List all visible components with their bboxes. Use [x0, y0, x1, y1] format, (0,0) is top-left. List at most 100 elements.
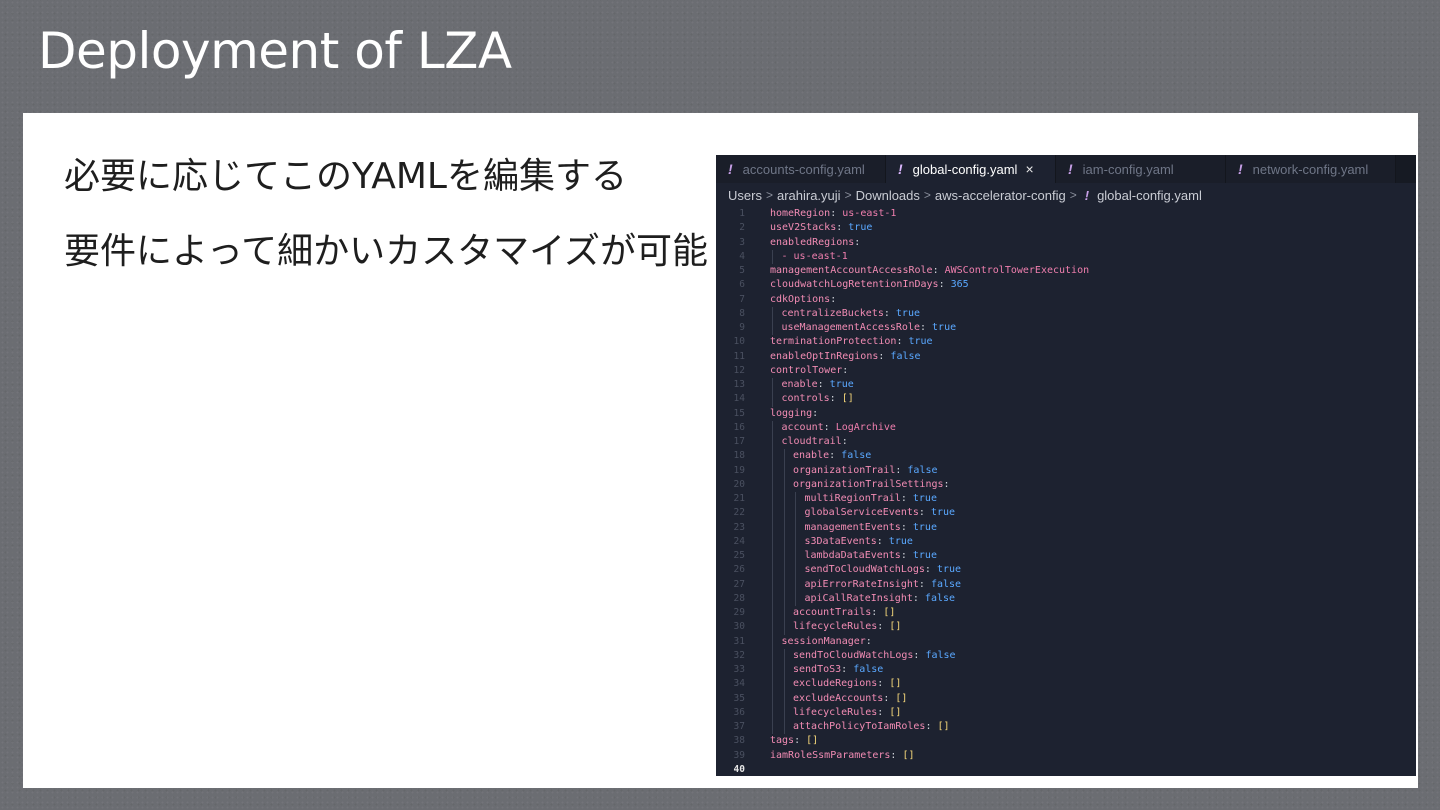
code-line[interactable]: 33 sendToS3: false — [716, 663, 1416, 678]
code-line[interactable]: 4 - us-east-1 — [716, 249, 1416, 264]
code-line[interactable]: 20 organizationTrailSettings: — [716, 477, 1416, 492]
yaml-value: false — [901, 464, 938, 476]
tab-iam-config[interactable]: ! iam-config.yaml — [1056, 155, 1226, 183]
yaml-key: organizationTrailSettings — [793, 478, 944, 490]
yaml-warning-icon: ! — [898, 161, 903, 177]
yaml-key: account — [781, 421, 824, 433]
indent-guide — [795, 549, 796, 564]
yaml-value: [] — [877, 607, 896, 618]
code-line[interactable]: 38 tags: [] — [716, 734, 1416, 748]
tab-global-config[interactable]: ! global-config.yaml × — [886, 155, 1056, 183]
slide-title: Deployment of LZA — [38, 22, 512, 80]
breadcrumb-item[interactable]: aws-accelerator-config — [935, 188, 1066, 203]
code-line[interactable]: 13 enable: true — [716, 378, 1416, 393]
line-number: 27 — [733, 578, 745, 590]
code-line[interactable]: 12 controlTower: — [716, 364, 1416, 378]
code-line[interactable]: 29 accountTrails: [] — [716, 606, 1416, 621]
chevron-right-icon: > — [923, 188, 931, 202]
code-line[interactable]: 16 account: LogArchive — [716, 420, 1416, 435]
code-text: useV2Stacks: true — [745, 221, 872, 235]
code-line[interactable]: 10 terminationProtection: true — [716, 335, 1416, 349]
line-number: 38 — [733, 735, 745, 747]
yaml-key: sessionManager — [781, 635, 866, 647]
code-line[interactable]: 39 iamRoleSsmParameters: [] — [716, 749, 1416, 763]
code-line[interactable]: 17 cloudtrail: — [716, 435, 1416, 450]
code-line[interactable]: 15 logging: — [716, 407, 1416, 421]
yaml-value: true — [924, 507, 956, 519]
code-line[interactable]: 34 excludeRegions: [] — [716, 677, 1416, 692]
code-text: terminationProtection: true — [745, 335, 933, 349]
line-number: 11 — [733, 350, 745, 362]
indent-guide — [772, 392, 773, 407]
code-area[interactable]: 1 homeRegion: us-east-1 2 useV2Stacks: true… — [716, 207, 1416, 776]
code-line[interactable]: 14 controls: [] — [716, 392, 1416, 407]
code-line[interactable]: 21 multiRegionTrail: true — [716, 492, 1416, 507]
code-line[interactable]: 27 apiErrorRateInsight: false — [716, 577, 1416, 592]
code-line[interactable]: 7 cdkOptions: — [716, 293, 1416, 307]
code-line[interactable]: 5 managementAccountAccessRole: AWSControl… — [716, 264, 1416, 278]
code-text: centralizeBuckets: true — [745, 306, 920, 321]
line-number: 30 — [733, 621, 745, 633]
yaml-key: sendToCloudWatchLogs — [804, 564, 925, 576]
tab-network-config[interactable]: ! network-config.yaml — [1226, 155, 1396, 183]
yaml-value: true — [842, 222, 873, 234]
code-line[interactable]: 11 enableOptInRegions: false — [716, 350, 1416, 364]
yaml-value: [] — [800, 735, 819, 747]
yaml-warning-icon: ! — [1238, 161, 1243, 177]
yaml-value: us-east-1 — [836, 208, 897, 219]
tab-accounts-config[interactable]: ! accounts-config.yaml — [716, 155, 886, 183]
code-line[interactable]: 25 lambdaDataEvents: true — [716, 549, 1416, 564]
code-line[interactable]: 36 lifecycleRules: [] — [716, 705, 1416, 720]
yaml-warning-icon: ! — [728, 161, 733, 177]
breadcrumb-item[interactable]: global-config.yaml — [1097, 188, 1202, 203]
code-line[interactable]: 28 apiCallRateInsight: false — [716, 591, 1416, 606]
close-icon[interactable]: × — [1025, 161, 1033, 177]
breadcrumb-item[interactable]: arahira.yuji — [777, 188, 841, 203]
line-number: 22 — [733, 507, 745, 519]
code-line[interactable]: 30 lifecycleRules: [] — [716, 620, 1416, 635]
code-line[interactable]: 23 managementEvents: true — [716, 520, 1416, 535]
code-line[interactable]: 3 enabledRegions: — [716, 236, 1416, 250]
code-line[interactable]: 18 enable: false — [716, 449, 1416, 464]
indent-guide — [783, 606, 785, 621]
yaml-colon: : — [841, 436, 848, 447]
yaml-key: multiRegionTrail — [804, 493, 901, 504]
code-line[interactable]: 2 useV2Stacks: true — [716, 221, 1416, 235]
yaml-key: cdkOptions — [770, 293, 831, 305]
breadcrumb-item[interactable]: Users — [728, 188, 762, 203]
yaml-colon: : — [842, 364, 849, 376]
code-text: iamRoleSsmParameters: [] — [745, 749, 915, 763]
code-text: enable: true — [745, 378, 854, 393]
code-text: apiErrorRateInsight: false — [745, 577, 961, 592]
code-line[interactable]: 8 centralizeBuckets: true — [716, 306, 1416, 321]
code-line[interactable]: 32 sendToCloudWatchLogs: false — [716, 648, 1416, 663]
line-number: 15 — [733, 407, 745, 419]
code-line[interactable]: 19 organizationTrail: false — [716, 463, 1416, 478]
code-line[interactable]: 26 sendToCloudWatchLogs: true — [716, 563, 1416, 578]
code-line[interactable]: 40 — [716, 763, 1416, 776]
code-line[interactable]: 6 cloudwatchLogRetentionInDays: 365 — [716, 278, 1416, 292]
code-line[interactable]: 1 homeRegion: us-east-1 — [716, 207, 1416, 221]
code-line[interactable]: 24 s3DataEvents: true — [716, 534, 1416, 549]
line-number: 4 — [739, 250, 745, 262]
yaml-value: false — [835, 450, 872, 462]
yaml-key: useV2Stacks — [770, 222, 837, 234]
indent-guide — [772, 606, 773, 621]
yaml-colon: : — [943, 478, 950, 490]
yaml-value: true — [926, 322, 957, 333]
line-number: 8 — [739, 307, 745, 319]
indent-guide — [772, 634, 773, 649]
indent-guide — [772, 677, 773, 692]
code-line[interactable]: 35 excludeAccounts: [] — [716, 691, 1416, 706]
indent-guide — [772, 492, 773, 507]
line-number: 33 — [733, 664, 745, 675]
code-line[interactable]: 9 useManagementAccessRole: true — [716, 321, 1416, 336]
code-line[interactable]: 31 sessionManager: — [716, 634, 1416, 649]
line-number: 23 — [733, 521, 745, 533]
breadcrumb-item[interactable]: Downloads — [856, 188, 920, 203]
code-line[interactable]: 37 attachPolicyToIamRoles: [] — [716, 720, 1416, 735]
line-number: 37 — [733, 721, 745, 732]
code-line[interactable]: 22 globalServiceEvents: true — [716, 506, 1416, 521]
indent-guide — [772, 321, 773, 336]
chevron-right-icon: > — [1069, 188, 1077, 202]
